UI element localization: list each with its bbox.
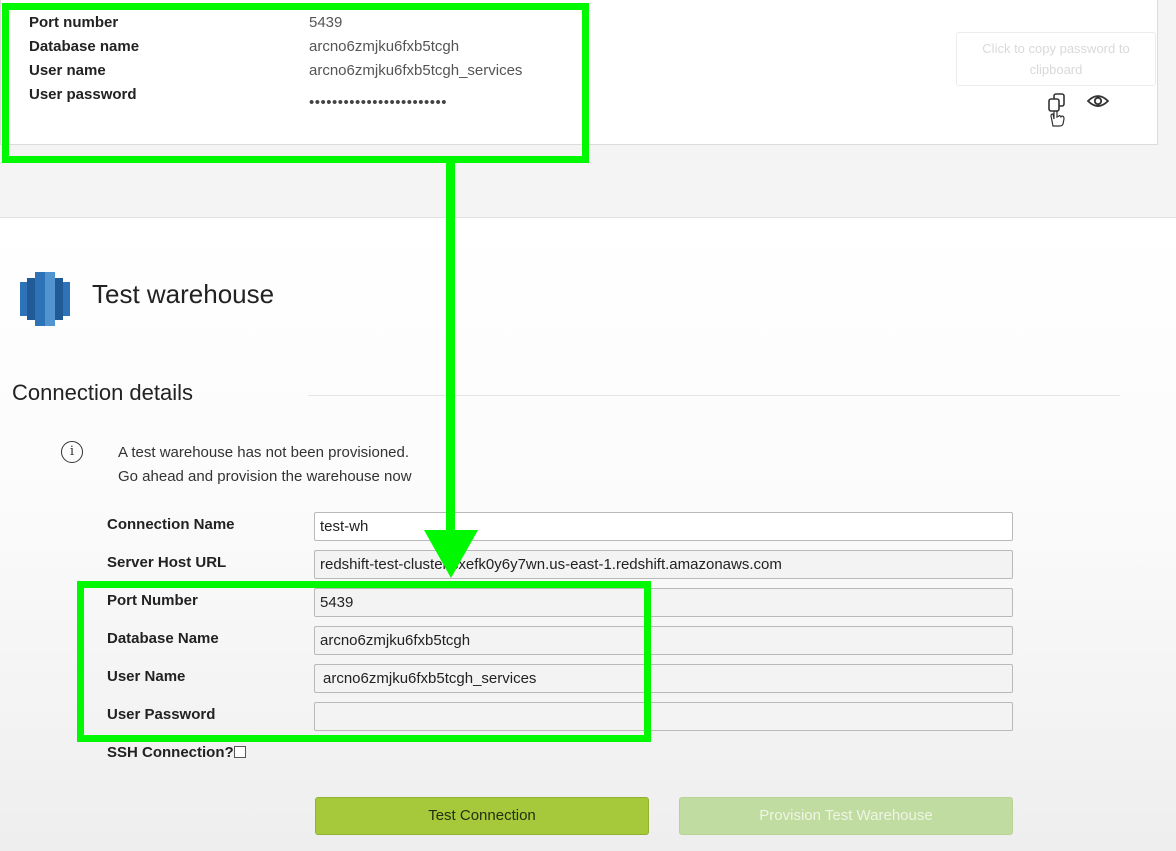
port-number-input[interactable]: [314, 588, 1013, 617]
connection-name-input[interactable]: [314, 512, 1013, 541]
info-icon: i: [61, 441, 83, 463]
connection-name-label: Connection Name: [107, 516, 235, 533]
user-password-label: User password: [29, 86, 137, 103]
redshift-logo: [18, 270, 72, 333]
database-name-label: Database name: [29, 38, 140, 55]
database-name-value: arcno6zmjku6fxb5tcgh: [309, 38, 460, 55]
heading-divider: [308, 395, 1120, 396]
ssh-connection-checkbox[interactable]: [234, 746, 246, 758]
ssh-connection-label: SSH Connection?: [107, 744, 234, 761]
user-password-masked: ••••••••••••••••••••••••: [309, 94, 448, 111]
annotation-arrow-head: [424, 530, 478, 578]
server-host-url-input[interactable]: [314, 550, 1013, 579]
copy-icon[interactable]: [1044, 92, 1074, 133]
port-number-label: Port number: [29, 14, 119, 31]
port-number-value: 5439: [309, 14, 343, 31]
eye-icon[interactable]: [1086, 93, 1110, 114]
user-name-value: arcno6zmjku6fxb5tcgh_services: [309, 62, 523, 79]
user-password-field-label: User Password: [107, 706, 216, 723]
server-host-url-label: Server Host URL: [107, 554, 227, 571]
user-password-input[interactable]: [314, 702, 1013, 731]
user-name-input[interactable]: [314, 664, 1013, 693]
copy-password-tooltip: Click to copy password to clipboard: [956, 32, 1156, 86]
provision-test-warehouse-button[interactable]: Provision Test Warehouse: [679, 797, 1013, 835]
annotation-arrow-shaft: [446, 160, 455, 540]
port-number-field-label: Port Number: [107, 592, 198, 609]
test-connection-button[interactable]: Test Connection: [315, 797, 649, 835]
database-name-input[interactable]: [314, 626, 1013, 655]
info-line-2: Go ahead and provision the warehouse now: [118, 468, 412, 485]
info-line-1: A test warehouse has not been provisione…: [118, 444, 410, 461]
connection-details-heading: Connection details: [12, 380, 194, 405]
database-name-field-label: Database Name: [107, 630, 219, 647]
user-name-field-label: User Name: [107, 668, 186, 685]
credentials-card: Port number 5439 Database name arcno6zmj…: [0, 0, 1158, 145]
section-gap: [0, 145, 1176, 217]
user-name-label: User name: [29, 62, 106, 79]
warehouse-title: Test warehouse: [92, 279, 275, 309]
